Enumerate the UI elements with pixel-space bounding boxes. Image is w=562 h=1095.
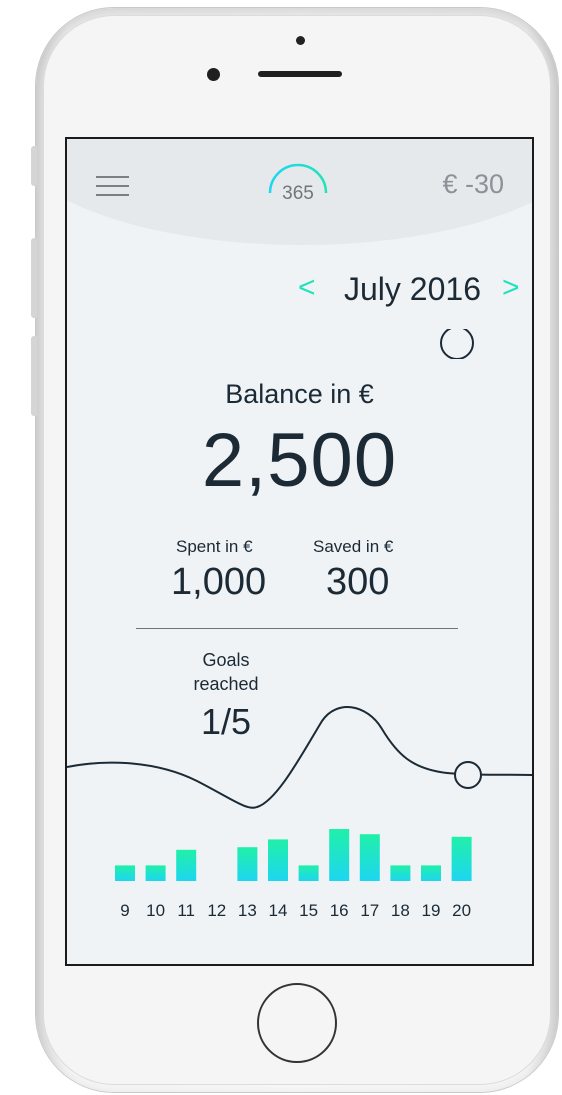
hamburger-menu-icon[interactable]: [96, 176, 129, 197]
day-label-12: 12: [207, 901, 227, 920]
day-label-17: 17: [360, 901, 380, 920]
volume-up-button: [31, 238, 37, 318]
slider-handle[interactable]: [440, 329, 474, 359]
next-month-button[interactable]: >: [502, 271, 520, 305]
balance-delta: € -30: [442, 169, 504, 199]
mute-switch: [31, 146, 37, 186]
trend-marker[interactable]: [454, 761, 482, 789]
earpiece-speaker: [258, 71, 342, 77]
bar-day-16[interactable]: [329, 829, 350, 881]
day-label-9: 9: [120, 901, 130, 920]
volume-down-button: [31, 336, 37, 416]
goals-label: Goals reached: [193, 650, 259, 694]
home-button[interactable]: [257, 983, 337, 1063]
front-camera: [207, 68, 220, 81]
spent-label: Spent in €: [176, 537, 253, 556]
daily-bar-chart: [115, 829, 472, 881]
bar-day-13[interactable]: [237, 847, 258, 881]
bar-day-18[interactable]: [390, 865, 411, 881]
bar-day-19[interactable]: [421, 865, 441, 881]
day-label-20: 20: [452, 901, 472, 920]
month-label: July 2016: [344, 271, 481, 307]
balance-value: 2,500: [201, 418, 398, 503]
saved-value: 300: [326, 561, 390, 603]
day-label-10: 10: [146, 901, 166, 920]
bar-day-14[interactable]: [268, 839, 288, 881]
month-slider[interactable]: [115, 329, 517, 359]
balance-trend-line[interactable]: [67, 699, 532, 819]
bar-day-11[interactable]: [176, 849, 197, 881]
saved-label: Saved in €: [313, 537, 394, 556]
day-label-11: 11: [177, 901, 196, 920]
app-screen: 365 € -30 < July 2016 > Balance in € 2,5…: [65, 137, 534, 966]
divider: [136, 628, 458, 629]
day-label-16: 16: [329, 901, 349, 920]
bar-day-20[interactable]: [451, 836, 472, 881]
day-label-15: 15: [299, 901, 319, 920]
trend-path: [67, 706, 532, 809]
balance-label: Balance in €: [225, 379, 374, 409]
proximity-sensor: [296, 36, 305, 45]
bar-day-17[interactable]: [359, 834, 380, 881]
bar-day-9[interactable]: [115, 865, 135, 881]
app-logo: 365: [264, 157, 332, 205]
day-label-13: 13: [237, 901, 257, 920]
logo-text: 365: [282, 183, 314, 204]
prev-month-button[interactable]: <: [298, 271, 316, 305]
day-label-14: 14: [268, 901, 288, 920]
day-label-19: 19: [421, 901, 441, 920]
day-label-18: 18: [390, 901, 410, 920]
bar-day-10[interactable]: [145, 865, 166, 881]
spent-value: 1,000: [171, 561, 267, 603]
bar-day-15[interactable]: [298, 865, 319, 881]
